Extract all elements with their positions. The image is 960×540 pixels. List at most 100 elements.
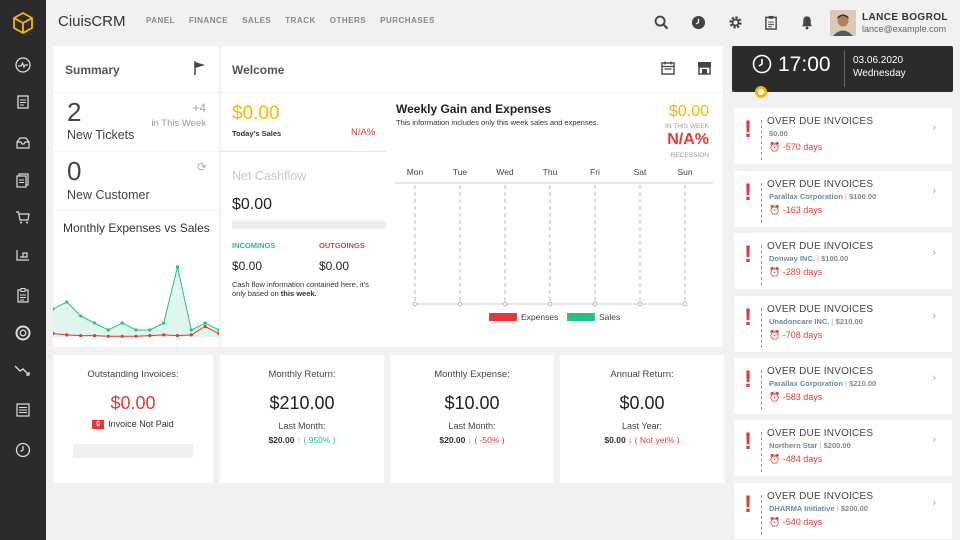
chevron-right-icon[interactable]: › [932,497,936,509]
cashflow-progress-bar [232,221,386,229]
sidebar-item-tasks[interactable] [0,280,46,310]
data-point [412,301,418,307]
nav-panel[interactable]: PANEL [146,16,175,25]
summary-header: Summary [53,46,219,92]
stat-value: $0.00 [619,393,665,413]
sidebar-item-support[interactable] [0,318,46,348]
list-item[interactable]: ! OVER DUE INVOICES Northern Star | $200… [734,420,952,476]
refresh-icon[interactable]: ⟳ [197,160,207,174]
clipboard-icon [17,288,29,303]
chevron-right-icon[interactable]: › [932,185,936,197]
invoice-not-paid: 0 Invoice Not Paid [53,419,213,429]
data-point [120,334,124,338]
list-item[interactable]: ! OVER DUE INVOICES Parallax Corporation… [734,171,952,227]
list-item[interactable]: ! OVER DUE INVOICES Parallax Corporation… [734,358,952,414]
invoice-customer[interactable]: Unadoncare INC. [769,317,829,326]
chevron-right-icon[interactable]: › [932,434,936,446]
alert-icon: ! [744,241,752,268]
chevron-right-icon[interactable]: › [932,372,936,384]
todays-sales-value: $0.00 [232,103,280,124]
clipboard-icon[interactable] [762,13,780,31]
sidebar-item-products[interactable] [0,240,46,270]
nav-others[interactable]: OTHERS [330,16,366,25]
divider [221,151,386,152]
store-icon[interactable] [697,61,712,75]
invoice-amount: $200.00 [840,504,868,513]
separator: | [844,379,847,388]
monthly-chart-card: Monthly Expenses vs Sales [53,211,219,347]
stat-title: Annual Return: [610,369,674,380]
list-item[interactable]: ! OVER DUE INVOICES Donway INC. | $100.0… [734,233,952,289]
invoice-customer[interactable]: Parallax Corporation [769,379,843,388]
stat-sub-value: $0.00 [604,435,626,445]
stat-sub-line: $20.00 ↓ ( -50% ) [390,435,554,445]
sidebar-item-invoices[interactable] [0,165,46,195]
nav-purchases[interactable]: PURCHASES [380,16,435,25]
annual-return-card[interactable]: Annual Return: $0.00 Last Year: $0.00 ↓ … [560,355,724,483]
bell-icon[interactable] [798,13,816,31]
invoice-meta: Northern Star | $200.00 [769,441,851,450]
sidebar-item-reports[interactable] [0,395,46,425]
nav-track[interactable]: TRACK [285,16,316,25]
chevron-right-icon[interactable]: › [932,247,936,259]
net-cashflow-label: Net Cashflow [232,169,307,183]
monthly-expense-card[interactable]: Monthly Expense: $10.00 Last Month: $20.… [390,355,554,483]
welcome-header: Welcome [221,46,723,92]
invoice-customer[interactable]: DHARMA Initiative [769,504,835,513]
search-icon[interactable] [652,13,670,31]
list-item[interactable]: ! OVER DUE INVOICES $0.00 ⏰ -570 days › [734,108,952,164]
stat-sub-value: $20.00 [268,435,295,445]
stat-sub-change: ( Not yet% ) [634,435,680,445]
legend-label: Expenses [521,312,558,322]
alarm-icon: ⏰ [769,517,781,527]
alert-icon: ! [744,179,752,206]
sidebar-item-mail[interactable] [0,128,46,158]
nav-sales[interactable]: SALES [242,16,271,25]
list-item[interactable]: ! OVER DUE INVOICES DHARMA Initiative | … [734,483,952,539]
divider [761,370,762,410]
monthly-return-card[interactable]: Monthly Return: $210.00 Last Month: $20.… [220,355,384,483]
alarm-icon: ⏰ [769,392,781,402]
invoice-days-value: -540 days [782,517,823,527]
invoice-customer[interactable]: Northern Star [769,441,817,450]
user-name[interactable]: LANCE BOGROL [862,12,948,23]
invoice-days: ⏰ -484 days [769,454,822,465]
outgoings-label: OUTGOINGS [319,241,365,250]
x-tick-label: Wed [496,167,514,177]
invoice-customer[interactable]: Donway INC. [769,254,815,263]
outstanding-invoices-card[interactable]: Outstanding Invoices: $0.00 0 Invoice Not… [53,355,213,483]
list-item[interactable]: ! OVER DUE INVOICES Unadoncare INC. | $2… [734,296,952,352]
top-bar: CiuisCRM PANEL FINANCE SALES TRACK OTHER… [46,0,960,46]
chevron-right-icon[interactable]: › [932,310,936,322]
new-customer-card[interactable]: 0 New Customer ⟳ [53,152,219,210]
data-point [502,301,508,307]
avatar[interactable] [830,10,856,36]
divider [761,308,762,348]
sidebar-item-sales[interactable] [0,202,46,232]
sidebar-item-documents[interactable] [0,87,46,117]
data-point [92,334,97,338]
data-point [637,301,643,307]
stat-title: Monthly Return: [268,369,336,380]
chevron-right-icon[interactable]: › [932,122,936,134]
gear-icon[interactable] [726,13,744,31]
divider [761,120,762,160]
invoice-amount: $100.00 [821,254,849,263]
nav-finance[interactable]: FINANCE [189,16,228,25]
calendar-icon[interactable] [661,61,675,75]
x-tick-label: Thu [543,167,558,177]
new-tickets-card[interactable]: 2 New Tickets +4 in This Week [53,93,219,151]
invoice-meta: $0.00 [769,129,788,138]
app-logo[interactable] [0,0,46,46]
invoice-customer[interactable]: Parallax Corporation [769,192,843,201]
sidebar-item-dashboard[interactable] [0,50,46,80]
flag-icon[interactable] [193,60,207,76]
sidebar-item-expenses[interactable] [0,355,46,385]
cart-icon [16,211,30,224]
app-title: CiuisCRM [58,13,126,30]
data-point [134,334,138,338]
timer-icon[interactable] [689,13,707,31]
sidebar-item-timesheet[interactable] [0,435,46,465]
alarm-icon: ⏰ [769,205,781,215]
pulse-icon [15,57,31,73]
